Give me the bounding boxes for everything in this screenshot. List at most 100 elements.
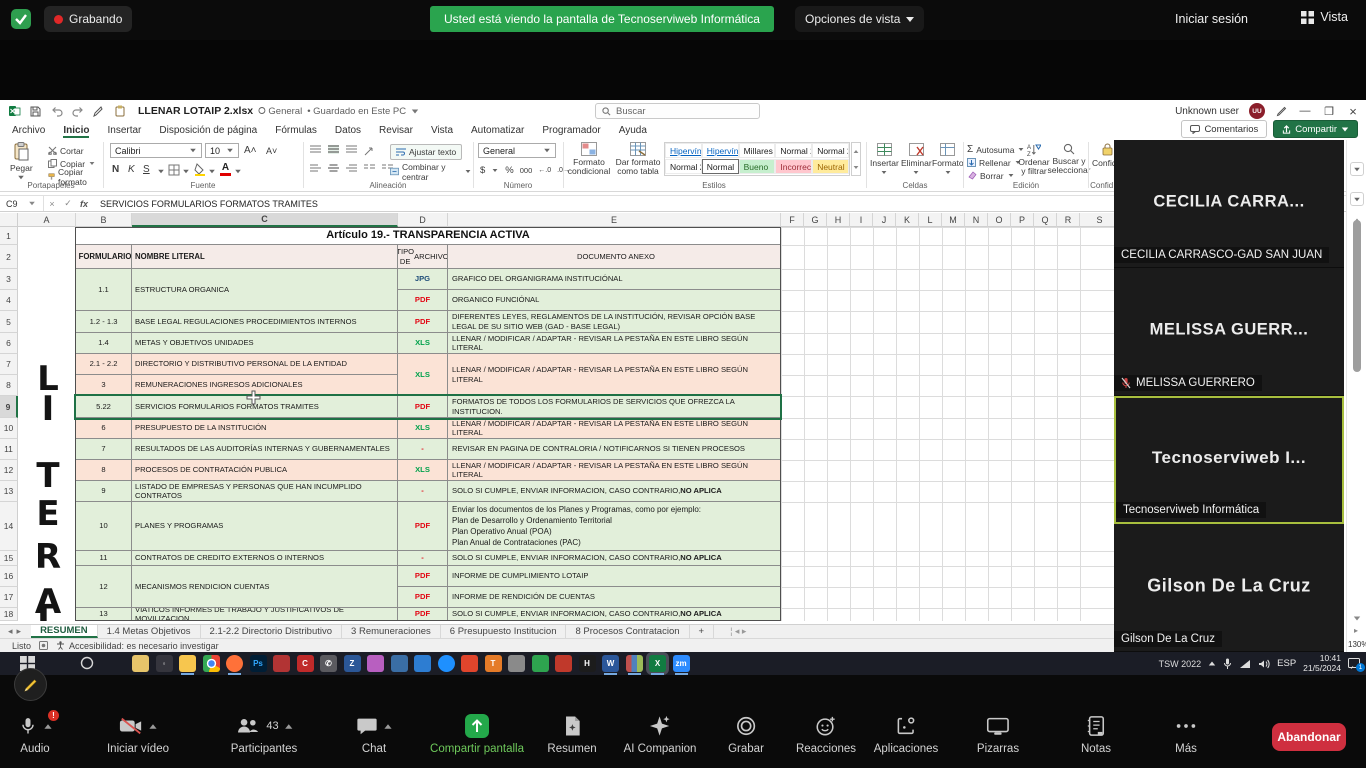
delete-cells-button[interactable]: Eliminar <box>901 143 932 175</box>
column-header-Q[interactable]: Q <box>1034 213 1057 227</box>
cell-B1[interactable]: Artículo 19.- TRANSPARENCIA ACTIVA <box>76 227 781 245</box>
view-options-button[interactable]: Opciones de vista <box>795 6 924 32</box>
undo-icon[interactable] <box>50 105 63 118</box>
file-explorer-icon[interactable] <box>179 655 196 672</box>
leave-meeting-button[interactable]: Abandonar <box>1272 723 1346 751</box>
cell-E12[interactable]: LLENAR / MODIFICAR / ADAPTAR - REVISAR L… <box>448 460 781 481</box>
cell-B2[interactable]: FORMULARIO <box>76 245 132 269</box>
toolbar-resumen-button[interactable]: Resumen <box>547 714 596 755</box>
shrink-font-button[interactable]: A˅ <box>266 144 277 157</box>
cell-E3[interactable]: GRAFICO DEL ORGANIGRAMA INSTITUCIÓNAL <box>448 269 781 290</box>
cell-C9[interactable]: SERVICIOS FORMULARIOS FORMATOS TRAMITES <box>132 396 398 418</box>
ribbon-tab-disposición-de-página[interactable]: Disposición de página <box>159 125 257 136</box>
cell-B3[interactable]: 1.1 <box>76 269 132 311</box>
comments-button[interactable]: Comentarios <box>1181 120 1267 138</box>
view-button[interactable]: Vista <box>1301 10 1348 24</box>
search-input[interactable]: Buscar <box>595 103 760 119</box>
chevron-up-icon[interactable] <box>285 724 292 729</box>
row-header-3[interactable]: 3 <box>0 269 18 290</box>
close-button[interactable]: × <box>1346 104 1360 119</box>
row-header-8[interactable]: 8 <box>0 375 18 396</box>
bold-button[interactable]: N <box>112 163 119 176</box>
scroll-chevron-button[interactable] <box>1350 192 1364 206</box>
row-header-6[interactable]: 6 <box>0 333 18 354</box>
row-header-9[interactable]: 9 <box>0 396 18 418</box>
tray-mic-icon[interactable] <box>1223 658 1232 670</box>
ribbon-tab-datos[interactable]: Datos <box>335 125 361 136</box>
language-indicator[interactable]: ESP <box>1277 658 1296 669</box>
ribbon-tab-archivo[interactable]: Archivo <box>12 125 45 136</box>
cell-E4[interactable]: ORGANICO FUNCIÓNAL <box>448 290 781 311</box>
scroll-down-icon[interactable] <box>1353 608 1361 626</box>
cell-D13[interactable]: - <box>398 481 448 502</box>
cell-E9[interactable]: FORMATOS DE TODOS LOS FORMULARIOS DE SER… <box>448 396 781 418</box>
ribbon-tab-vista[interactable]: Vista <box>431 125 453 136</box>
row-header-16[interactable]: 16 <box>0 566 18 587</box>
movie-app-icon[interactable] <box>414 655 431 672</box>
cell-D6[interactable]: XLS <box>398 333 448 354</box>
app-blue-icon[interactable] <box>391 655 408 672</box>
cell-D7[interactable]: XLS <box>398 354 448 396</box>
number-format-select[interactable]: General <box>478 143 556 158</box>
toolbar-audio-button[interactable]: !Audio <box>18 714 52 755</box>
styles-gallery-scroll[interactable] <box>851 142 861 176</box>
column-header-E[interactable]: E <box>448 213 781 227</box>
ribbon-tab-insertar[interactable]: Insertar <box>107 125 141 136</box>
column-header-K[interactable]: K <box>896 213 919 227</box>
toolbar-participantes-button[interactable]: 43Participantes <box>231 714 297 755</box>
cell-style-neutral[interactable]: Neutral <box>812 159 849 174</box>
macro-record-icon[interactable] <box>39 641 48 650</box>
cell-C16[interactable]: MECANISMOS RENDICION CUENTAS <box>132 566 398 608</box>
name-box[interactable]: C9 <box>0 196 44 211</box>
cell-E14[interactable]: Enviar los documentos de los Planes y Pr… <box>448 502 781 551</box>
row-header-13[interactable]: 13 <box>0 481 18 502</box>
column-header-P[interactable]: P <box>1011 213 1034 227</box>
cell-D10[interactable]: XLS <box>398 418 448 439</box>
security-shield-icon[interactable] <box>10 8 32 30</box>
ribbon-tab-ayuda[interactable]: Ayuda <box>619 125 647 136</box>
ribbon-tab-inicio[interactable]: Inicio <box>63 125 89 136</box>
borders-button[interactable] <box>168 164 180 176</box>
column-header-R[interactable]: R <box>1057 213 1080 227</box>
cell-B14[interactable]: 10 <box>76 502 132 551</box>
column-header-H[interactable]: H <box>827 213 850 227</box>
column-header-D[interactable]: D <box>398 213 448 227</box>
cell-style-bueno[interactable]: Bueno <box>739 159 776 174</box>
cell-E17[interactable]: INFORME DE RENDICIÓN DE CUENTAS <box>448 587 781 608</box>
cell-E6[interactable]: LLENAR / MODIFICAR / ADAPTAR - REVISAR L… <box>448 333 781 354</box>
select-all-corner[interactable] <box>0 213 18 227</box>
collapse-ribbon-button[interactable] <box>1350 162 1364 176</box>
cell-C12[interactable]: PROCESOS DE CONTRATACIÓN PUBLICA <box>132 460 398 481</box>
cell-style-normal-2-2[interactable]: Normal 2 2 <box>812 143 849 158</box>
cell-D2[interactable]: TIPO DEARCHIVO <box>398 245 448 269</box>
sheet-tab-1-4-metas-objetivos[interactable]: 1.4 Metas Objetivos <box>98 625 201 638</box>
column-header-O[interactable]: O <box>988 213 1011 227</box>
pdf-pen-app-icon[interactable] <box>555 655 572 672</box>
cell-D17[interactable]: PDF <box>398 587 448 608</box>
avatar[interactable]: UU <box>1249 103 1265 119</box>
row-header-2[interactable]: 2 <box>0 245 18 269</box>
row-header-11[interactable]: 11 <box>0 439 18 460</box>
cell-C5[interactable]: BASE LEGAL REGULACIONES PROCEDIMIENTOS I… <box>132 311 398 333</box>
row-header-5[interactable]: 5 <box>0 311 18 333</box>
cell-C18[interactable]: VIATICOS INFORMES DE TRABAJO Y JUSTIFICA… <box>132 608 398 621</box>
toolbar-reacciones-button[interactable]: Reacciones <box>796 714 856 755</box>
sheet-tab-6-presupuesto-institucion[interactable]: 6 Presupuesto Institucion <box>441 625 567 638</box>
scroll-right-icon[interactable]: ▸ <box>1354 626 1358 635</box>
column-header-N[interactable]: N <box>965 213 988 227</box>
cell-D18[interactable]: PDF <box>398 608 448 621</box>
sheet-tab-3-remuneraciones[interactable]: 3 Remuneraciones <box>342 625 441 638</box>
zoom-level[interactable]: 130% <box>1348 640 1366 649</box>
firefox-icon[interactable] <box>226 655 243 672</box>
column-header-G[interactable]: G <box>804 213 827 227</box>
cell-D12[interactable]: XLS <box>398 460 448 481</box>
cell-E16[interactable]: INFORME DE CUMPLIMIENTO LOTAIP <box>448 566 781 587</box>
toolbar-compartir-pantalla-button[interactable]: Compartir pantalla <box>430 714 524 755</box>
saved-status[interactable]: • Guardado en Este PC <box>307 106 406 117</box>
zoom-icon[interactable]: zm <box>673 655 690 672</box>
row-header-14[interactable]: 14 <box>0 502 18 551</box>
ink-pen-icon[interactable] <box>1275 105 1288 118</box>
cell-style-normal-2[interactable]: Normal 2 <box>775 143 812 158</box>
cell-D11[interactable]: - <box>398 439 448 460</box>
next-sheet-icon[interactable]: ▸ <box>17 626 22 637</box>
